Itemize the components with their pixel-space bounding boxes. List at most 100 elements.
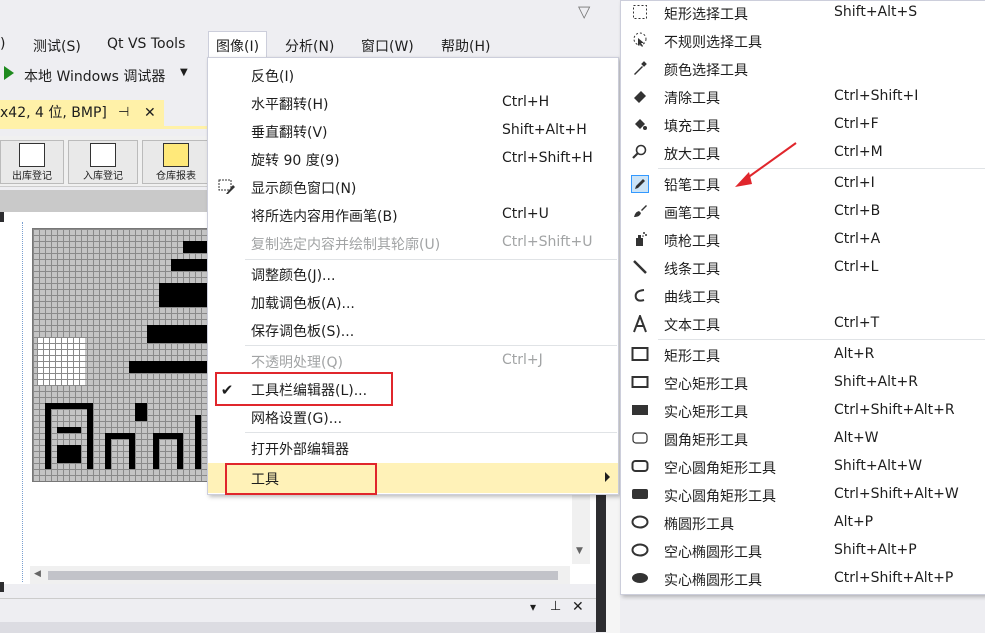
warehouse-report-label: 仓库报表 [156, 171, 196, 182]
hollow-rectangle-icon [631, 374, 649, 392]
pixel-grid[interactable] [32, 228, 212, 482]
menu-item-rotate-90[interactable]: 旋转 90 度(9) Ctrl+Shift+H [208, 145, 618, 173]
submenu-arrow-icon [605, 472, 610, 482]
pencil-icon [631, 175, 649, 193]
eraser-icon [631, 88, 649, 106]
tool-magnifier[interactable]: 放大工具 Ctrl+M [621, 139, 985, 167]
menubar-item-partial[interactable]: ) [0, 36, 5, 52]
menu-item-adjust-colors[interactable]: 调整颜色(J)... [208, 260, 618, 288]
text-icon [631, 313, 649, 333]
menu-item-show-color-window[interactable]: 显示颜色窗口(N) [208, 173, 618, 201]
pin-icon[interactable]: ⊣ [118, 100, 129, 126]
horizontal-scroll-thumb[interactable] [48, 571, 558, 580]
menu-separator [658, 168, 985, 169]
scroll-left-icon[interactable]: ◀ [34, 569, 41, 579]
editor-header [0, 190, 210, 212]
tool-filled-rectangle[interactable]: 实心矩形工具 Ctrl+Shift+Alt+R [621, 397, 985, 425]
dashed-rect-icon [631, 4, 649, 22]
tool-pencil[interactable]: 铅笔工具 Ctrl+I [621, 170, 985, 198]
menubar-item-window[interactable]: 窗口(W) [361, 36, 414, 56]
run-icon[interactable] [4, 66, 14, 80]
menu-item-invert[interactable]: 反色(I) [208, 61, 618, 89]
menu-item-flip-vertical[interactable]: 垂直翻转(V) Shift+Alt+H [208, 117, 618, 145]
filled-rectangle-icon [631, 402, 649, 420]
line-icon [631, 259, 649, 277]
inbound-register-label: 入库登记 [83, 171, 123, 182]
menu-item-use-selection-as-brush[interactable]: 将所选内容用作画笔(B) Ctrl+U [208, 201, 618, 229]
menu-item-save-palette[interactable]: 保存调色板(S)... [208, 316, 618, 344]
tool-rect-select[interactable]: 矩形选择工具 Shift+Alt+S [621, 0, 985, 27]
eyedropper-icon [631, 60, 649, 78]
outbound-register-button[interactable]: 出库登记 [0, 140, 64, 184]
menu-item-load-palette[interactable]: 加载调色板(A)... [208, 288, 618, 316]
tool-hollow-ellipse[interactable]: 空心椭圆形工具 Shift+Alt+P [621, 537, 985, 565]
lasso-icon [631, 32, 649, 50]
status-strip [0, 622, 596, 633]
airbrush-icon [631, 231, 649, 249]
magnifier-icon [631, 144, 649, 162]
tool-rounded-rectangle[interactable]: 圆角矩形工具 Alt+W [621, 425, 985, 453]
tab-underline [0, 126, 210, 129]
pin-icon[interactable]: ⊥ [550, 599, 561, 614]
document-tab-title: x42, 4 位, BMP] [0, 105, 107, 121]
rectangle-icon [631, 346, 649, 364]
tools-submenu: 矩形选择工具 Shift+Alt+S 不规则选择工具 颜色选择工具 清除工具 C… [620, 0, 985, 595]
tool-ellipse[interactable]: 椭圆形工具 Alt+P [621, 509, 985, 537]
tool-rectangle[interactable]: 矩形工具 Alt+R [621, 341, 985, 369]
tool-filled-rounded-rectangle[interactable]: 实心圆角矩形工具 Ctrl+Shift+Alt+W [621, 481, 985, 509]
warehouse-report-button[interactable]: 仓库报表 [142, 140, 210, 184]
brush-icon [631, 203, 649, 221]
menu-separator [658, 339, 985, 340]
filled-rounded-rectangle-icon [631, 486, 649, 504]
inbound-icon [90, 143, 116, 167]
tool-line[interactable]: 线条工具 Ctrl+L [621, 254, 985, 282]
tool-color-select[interactable]: 颜色选择工具 [621, 55, 985, 83]
report-icon [163, 143, 189, 167]
menu-item-open-external-editor[interactable]: 打开外部编辑器 [208, 434, 618, 462]
menubar-item-qt-vs-tools[interactable]: Qt VS Tools [107, 36, 185, 52]
tool-hollow-rectangle[interactable]: 空心矩形工具 Shift+Alt+R [621, 369, 985, 397]
tool-curve[interactable]: 曲线工具 [621, 282, 985, 310]
menubar-item-analyze[interactable]: 分析(N) [285, 36, 334, 56]
curve-icon [631, 287, 649, 305]
tool-lasso-select[interactable]: 不规则选择工具 [621, 27, 985, 55]
bottom-panel-header: ▾ ⊥ ✕ [0, 598, 596, 621]
ellipse-icon [631, 514, 649, 532]
app-toolbar: 出库登记 入库登记 仓库报表 [0, 136, 210, 187]
debugger-select[interactable]: 本地 Windows 调试器 [24, 66, 165, 86]
menubar-item-help[interactable]: 帮助(H) [441, 36, 490, 56]
scroll-down-icon[interactable]: ▼ [576, 546, 583, 556]
hollow-rounded-rectangle-icon [631, 458, 649, 476]
tool-fill[interactable]: 填充工具 Ctrl+F [621, 111, 985, 139]
filter-icon[interactable]: ▽ [578, 2, 596, 22]
menu-item-grid-settings[interactable]: 网格设置(G)... [208, 403, 618, 431]
close-icon[interactable]: ✕ [144, 100, 156, 126]
left-ruler [0, 222, 23, 582]
tool-airbrush[interactable]: 喷枪工具 Ctrl+A [621, 226, 985, 254]
annotation-arrow-icon [735, 142, 797, 187]
highlight-box-toolbar-editor [215, 372, 393, 406]
document-tab[interactable]: x42, 4 位, BMP] ⊣ ✕ [0, 100, 164, 126]
tool-hollow-rounded-rectangle[interactable]: 空心圆角矩形工具 Shift+Alt+W [621, 453, 985, 481]
fill-bucket-icon [631, 116, 649, 134]
inbound-register-button[interactable]: 入库登记 [68, 140, 138, 184]
color-window-icon [218, 179, 236, 195]
hollow-ellipse-icon [631, 542, 649, 560]
filled-ellipse-icon [631, 570, 649, 588]
tool-text[interactable]: 文本工具 Ctrl+T [621, 310, 985, 338]
image-menu: 反色(I) 水平翻转(H) Ctrl+H 垂直翻转(V) Shift+Alt+H… [207, 57, 619, 495]
tool-filled-ellipse[interactable]: 实心椭圆形工具 Ctrl+Shift+Alt+P [621, 565, 985, 593]
menu-separator [245, 345, 617, 346]
highlight-box-tools [225, 463, 377, 495]
chevron-down-icon[interactable]: ▼ [180, 67, 188, 78]
menubar-item-test[interactable]: 测试(S) [33, 36, 81, 56]
menu-separator [245, 432, 617, 433]
menu-item-flip-horizontal[interactable]: 水平翻转(H) Ctrl+H [208, 89, 618, 117]
rounded-rectangle-icon [631, 430, 649, 448]
menu-item-opaque: 不透明处理(Q) Ctrl+J [251, 352, 543, 371]
tool-eraser[interactable]: 清除工具 Ctrl+Shift+I [621, 83, 985, 111]
menubar: ) 测试(S) Qt VS Tools 图像(I) 分析(N) 窗口(W) 帮助… [0, 31, 620, 62]
close-icon[interactable]: ✕ [572, 599, 584, 615]
dropdown-icon[interactable]: ▾ [530, 600, 536, 614]
tool-brush[interactable]: 画笔工具 Ctrl+B [621, 198, 985, 226]
